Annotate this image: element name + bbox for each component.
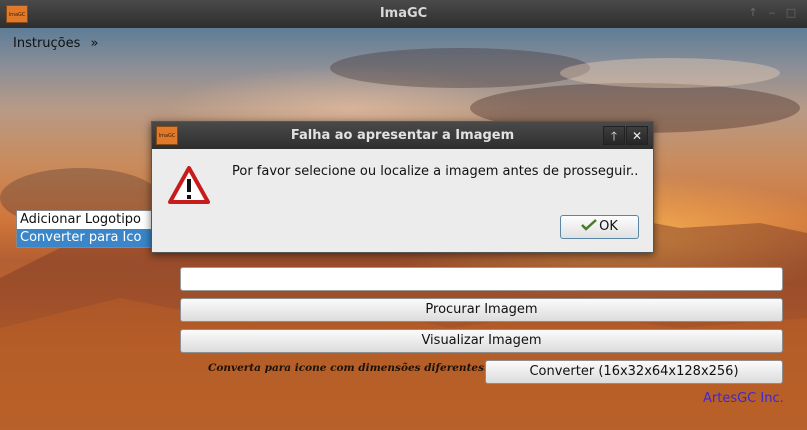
maximize-icon[interactable]: □ (784, 6, 798, 20)
minimize-icon[interactable]: ‒ (765, 6, 779, 20)
list-item-convert-ico[interactable]: Converter para Ico (17, 229, 152, 247)
dialog-title: Falha ao apresentar a Imagem (290, 128, 515, 143)
convert-button[interactable]: Converter (16x32x64x128x256) (485, 360, 783, 384)
preview-image-button[interactable]: Visualizar Imagem (180, 329, 783, 353)
window-title: ImaGC (379, 6, 428, 21)
ok-label: OK (599, 219, 618, 234)
browse-image-button[interactable]: Procurar Imagem (180, 298, 783, 322)
dialog-maximize-icon[interactable]: 🡑 (603, 126, 625, 145)
brand-label: ArtesGC Inc. (703, 391, 784, 406)
dialog-message: Por favor selecione ou localize a imagem… (232, 164, 639, 179)
options-list: Adicionar Logotipo Converter para Ico (16, 210, 153, 248)
image-path-input[interactable] (180, 267, 783, 291)
instructions-label: Instruções (13, 36, 81, 51)
list-item-add-logo[interactable]: Adicionar Logotipo (17, 211, 152, 229)
instructions-menu[interactable]: Instruções » (13, 36, 99, 51)
error-dialog: ImaGC Falha ao apresentar a Imagem 🡑 ✕ P… (151, 121, 654, 253)
ok-button[interactable]: OK (560, 215, 639, 239)
warning-icon (168, 166, 210, 204)
chevron-right-icon: » (90, 36, 99, 51)
dialog-title-bar[interactable]: ImaGC Falha ao apresentar a Imagem 🡑 ✕ (152, 122, 653, 149)
convert-hint-label: Converta para icone com dimensões difere… (208, 362, 488, 374)
pin-icon[interactable]: ↑ (746, 6, 760, 20)
dialog-close-icon[interactable]: ✕ (626, 126, 648, 145)
ok-check-icon (581, 219, 597, 231)
title-bar[interactable]: ImaGC ImaGC ↑ ‒ □ (0, 0, 807, 29)
main-window: ImaGC ImaGC ↑ ‒ □ Instruções » Adicionar… (0, 0, 807, 430)
